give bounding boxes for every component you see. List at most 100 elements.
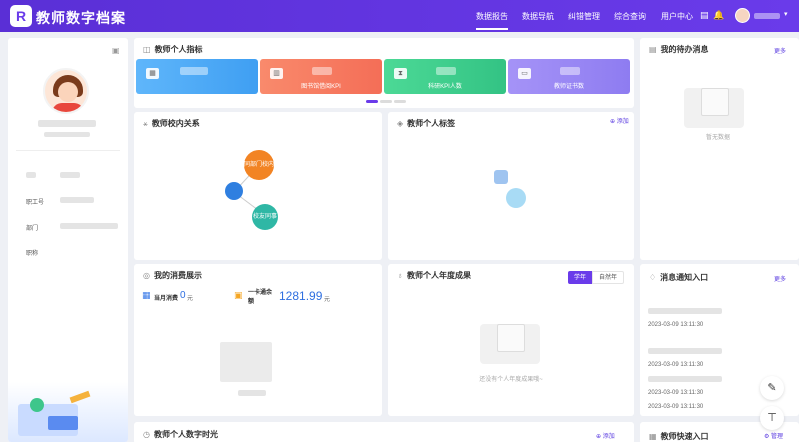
consumption-caption-blurred	[238, 390, 266, 396]
relation-node-colleague[interactable]: 同部门校内同事	[244, 150, 274, 198]
user-name-blurred	[754, 13, 780, 19]
tag-bubble[interactable]	[494, 170, 508, 184]
tags-title: ◈ 教师个人标签	[397, 119, 456, 128]
notice-title-blurred	[648, 348, 722, 354]
todo-card: ▤ 我的待办消息 更多 暂无数据	[640, 38, 799, 260]
achievements-title: ♁ 教师个人年度成果	[397, 271, 471, 280]
empty-illustration	[684, 88, 744, 128]
card-balance-unit: 元	[324, 297, 331, 303]
nav-user-center[interactable]: 用户中心	[661, 11, 693, 22]
digital-time-add-button[interactable]: ⊕ 添加	[596, 431, 615, 440]
indicator-value-blurred	[180, 67, 208, 75]
digital-time-title: ◷ 教师个人数字时光	[143, 430, 218, 439]
achievements-card: ♁ 教师个人年度成果 学年 自然年 还没有个人年度成果哦~	[388, 264, 634, 416]
profile-field-value	[60, 172, 80, 178]
collapse-icon[interactable]: ▣	[112, 46, 120, 55]
profile-field-label: 职工号	[26, 200, 45, 206]
profile-field-label: 部门	[26, 226, 39, 232]
research-icon: ⧗	[394, 68, 407, 79]
todo-more-link[interactable]: 更多	[774, 46, 786, 55]
todo-empty-text: 暂无数据	[705, 135, 730, 141]
app-title: 教师数字档案	[36, 10, 126, 26]
document-icon[interactable]: ▤	[700, 10, 709, 21]
wallet-icon: ◎	[143, 271, 150, 280]
bell-icon[interactable]: 🔔	[713, 10, 724, 21]
digital-time-card: ◷ 教师个人数字时光 ⊕ 添加	[134, 422, 634, 442]
back-to-top-icon[interactable]: ⊤	[760, 406, 784, 430]
self-node[interactable]	[225, 182, 243, 200]
card-balance-icon: ▣	[234, 290, 243, 300]
book-icon: ▥	[270, 68, 283, 79]
clock-icon: ◷	[143, 430, 150, 439]
chart-icon: ◫	[143, 45, 151, 54]
indicator-label: 图书馆借阅KPI	[301, 84, 341, 90]
tags-add-button[interactable]: ⊕ 添加	[610, 116, 629, 125]
tab-school-year[interactable]: 学年	[568, 271, 592, 284]
indicator-tile[interactable]: ▭ 教师证书数	[508, 59, 630, 94]
bell-icon: ♢	[649, 273, 657, 282]
consumption-card: ◎ 我的消费展示 ▦ 当月消费 0 元 ▣ 一卡通余额 1281.99 元	[134, 264, 382, 416]
teacher-id-blurred	[44, 132, 90, 137]
notice-time: 2023-03-09 13:11:30	[648, 404, 704, 410]
notice-time: 2023-03-09 13:11:30	[648, 362, 704, 368]
quick-entry-manage-button[interactable]: ⚙ 管理	[764, 431, 783, 440]
divider	[16, 150, 120, 151]
tags-card: ◈ 教师个人标签 ⊕ 添加	[388, 112, 634, 260]
quick-entry-title: ▦ 教师快速入口	[649, 432, 709, 441]
indicators-card: ◫ 教师个人指标 ▦ ▥ 图书馆借阅KPI ⧗ 科研KPI人数 ▭ 教师证书数	[134, 38, 634, 108]
app-logo[interactable]: R	[10, 5, 32, 27]
nav-comprehensive-query[interactable]: 综合查询	[614, 11, 646, 22]
indicator-tile[interactable]: ▦	[136, 59, 258, 94]
card-balance-value: 1281.99	[279, 289, 323, 303]
notice-time: 2023-03-09 13:11:30	[648, 322, 704, 328]
profile-field-value	[60, 197, 94, 203]
relation-node-alumni[interactable]: 校友同事	[252, 204, 278, 230]
indicator-label: 教师证书数	[553, 84, 584, 90]
message-icon: ▤	[649, 45, 657, 54]
consumption-chart-blurred	[220, 342, 272, 382]
indicator-tile[interactable]: ⧗ 科研KPI人数	[384, 59, 506, 94]
month-consumption-value: 0	[180, 290, 186, 301]
card-balance-label: 一卡通余额	[248, 290, 273, 305]
notice-title-blurred	[648, 308, 722, 314]
tag-icon: ◈	[397, 119, 404, 128]
indicator-label: 科研KPI人数	[428, 84, 462, 90]
teacher-name-blurred	[38, 120, 96, 127]
top-bar: R 教师数字档案 数据报告 数据导航 纠错管理 综合查询 用户中心 ▤ 🔔 ▾	[0, 0, 799, 32]
month-consumption-icon: ▦	[142, 290, 151, 300]
nav-error-management[interactable]: 纠错管理	[568, 11, 600, 22]
notice-time: 2023-03-09 13:11:30	[648, 390, 704, 396]
empty-illustration	[480, 324, 540, 364]
indicator-icon: ▦	[146, 68, 159, 79]
indicator-value-blurred	[436, 67, 456, 75]
indicator-value-blurred	[560, 67, 580, 75]
profile-field-label: 职称	[26, 251, 39, 257]
todo-title: ▤ 我的待办消息	[649, 45, 709, 54]
profile-field-value	[60, 223, 118, 229]
nav-data-navigation[interactable]: 数据导航	[522, 11, 554, 22]
month-consumption-unit: 元	[187, 296, 194, 302]
notices-title: ♢ 消息通知入口	[649, 273, 709, 282]
indicator-tile[interactable]: ▥ 图书馆借阅KPI	[260, 59, 382, 94]
achievements-empty-text: 还没有个人年度成果哦~	[479, 377, 543, 383]
grid-icon: ▦	[649, 432, 657, 441]
notice-title-blurred	[648, 376, 722, 382]
certificate-icon: ▭	[518, 68, 531, 79]
user-avatar[interactable]	[735, 8, 750, 23]
tab-calendar-year[interactable]: 自然年	[592, 271, 624, 284]
teacher-avatar	[43, 68, 89, 114]
edit-icon[interactable]: ✎	[760, 376, 784, 400]
relations-card: ⚹ 教师校内关系 同部门校内同事 校友同事	[134, 112, 382, 260]
consumption-title: ◎ 我的消费展示	[143, 271, 202, 280]
profile-sidebar: ▣ 职工号 部门 职称	[8, 38, 128, 442]
medal-icon: ♁	[397, 271, 403, 280]
month-consumption-label: 当月消费	[154, 296, 179, 302]
indicator-value-blurred	[312, 67, 332, 75]
indicators-title: ◫ 教师个人指标	[143, 45, 203, 54]
chevron-down-icon[interactable]: ▾	[784, 10, 788, 18]
profile-field-label-blurred	[26, 172, 36, 178]
sidebar-illustration	[8, 382, 128, 442]
notices-more-link[interactable]: 更多	[774, 274, 786, 283]
nav-data-report[interactable]: 数据报告	[476, 11, 508, 30]
tag-bubble[interactable]	[506, 188, 526, 208]
